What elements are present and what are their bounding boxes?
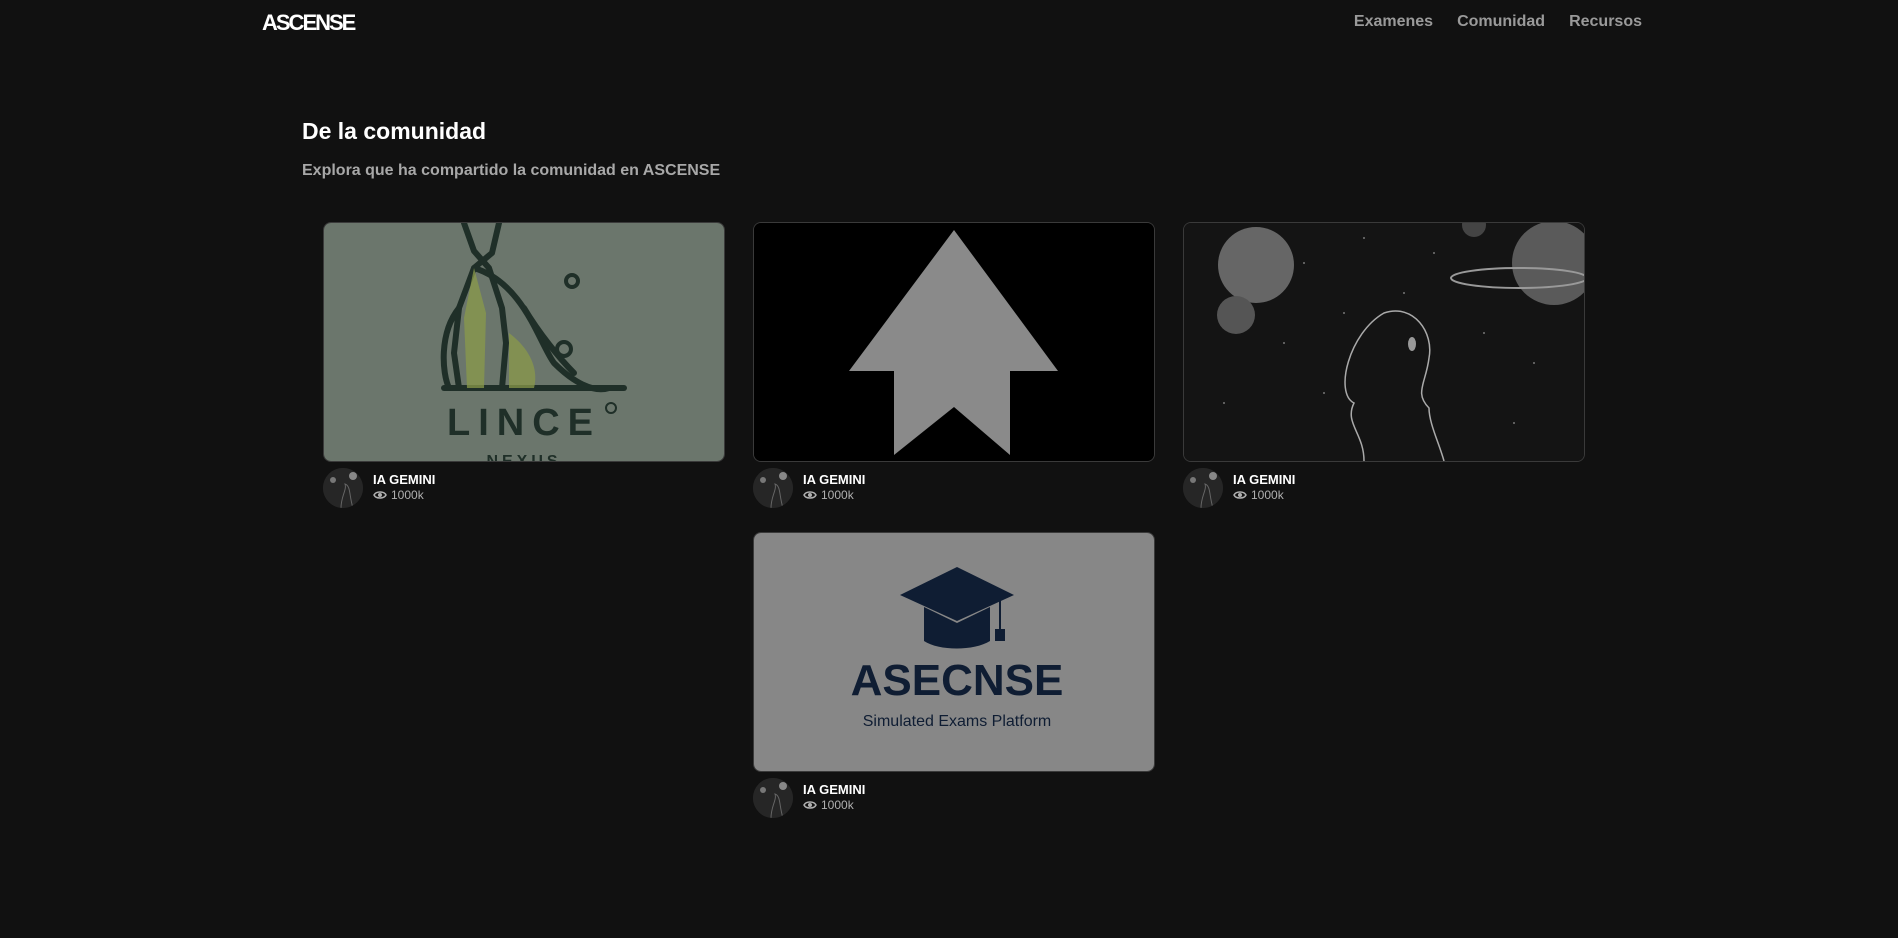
eye-icon <box>1233 491 1247 499</box>
community-card[interactable]: IA GEMINI 1000k <box>753 222 1155 512</box>
card-views-count: 1000k <box>391 488 424 502</box>
card-views-count: 1000k <box>821 798 854 812</box>
svg-text:LINCE: LINCE <box>447 402 601 444</box>
card-author: IA GEMINI <box>373 472 436 487</box>
asecnse-logo-image: ASECNSE Simulated Exams Platform <box>754 533 1154 771</box>
card-author: IA GEMINI <box>803 782 866 797</box>
card-thumbnail-asecnse[interactable]: ASECNSE Simulated Exams Platform <box>753 532 1155 772</box>
eye-icon <box>803 801 817 809</box>
avatar[interactable] <box>753 778 793 818</box>
card-meta: IA GEMINI 1000k <box>753 468 1155 512</box>
avatar[interactable] <box>1183 468 1223 508</box>
card-views-count: 1000k <box>821 488 854 502</box>
card-meta: IA GEMINI 1000k <box>753 778 1155 822</box>
card-views-count: 1000k <box>1251 488 1284 502</box>
nav-link-examenes[interactable]: Examenes <box>1354 13 1433 31</box>
card-views: 1000k <box>803 798 854 812</box>
nav-link-recursos[interactable]: Recursos <box>1569 13 1642 31</box>
up-arrow-image <box>754 223 1154 461</box>
card-author: IA GEMINI <box>1233 472 1296 487</box>
card-thumbnail-space[interactable] <box>1183 222 1585 462</box>
svg-text:NEXUS: NEXUS <box>486 453 561 461</box>
avatar[interactable] <box>753 468 793 508</box>
svg-text:ASECNSE: ASECNSE <box>851 656 1064 705</box>
section-subtitle: Explora que ha compartido la comunidad e… <box>302 162 721 179</box>
card-views: 1000k <box>373 488 424 502</box>
card-meta: IA GEMINI 1000k <box>323 468 725 512</box>
site-logo[interactable]: ASCENSE <box>262 10 356 36</box>
card-thumbnail-arrow[interactable] <box>753 222 1155 462</box>
svg-text:Simulated Exams Platform: Simulated Exams Platform <box>863 713 1052 730</box>
card-views: 1000k <box>803 488 854 502</box>
card-author: IA GEMINI <box>803 472 866 487</box>
eye-icon <box>803 491 817 499</box>
main-nav: Examenes Comunidad Recursos <box>1354 13 1642 31</box>
section-title: De la comunidad <box>302 118 487 144</box>
community-card[interactable]: ASECNSE Simulated Exams Platform IA GEMI… <box>753 532 1155 822</box>
space-illustration-image <box>1184 223 1584 461</box>
nav-link-comunidad[interactable]: Comunidad <box>1457 13 1545 31</box>
top-navbar: ASCENSE Examenes Comunidad Recursos <box>0 0 1898 45</box>
community-card[interactable]: IA GEMINI 1000k <box>1183 222 1585 512</box>
card-thumbnail-lince[interactable]: LINCE NEXUS <box>323 222 725 462</box>
eye-icon <box>373 491 387 499</box>
community-card[interactable]: LINCE NEXUS IA GEMINI 1000k <box>323 222 725 512</box>
card-views: 1000k <box>1233 488 1284 502</box>
card-meta: IA GEMINI 1000k <box>1183 468 1585 512</box>
lince-logo-image: LINCE NEXUS <box>324 223 724 461</box>
avatar[interactable] <box>323 468 363 508</box>
